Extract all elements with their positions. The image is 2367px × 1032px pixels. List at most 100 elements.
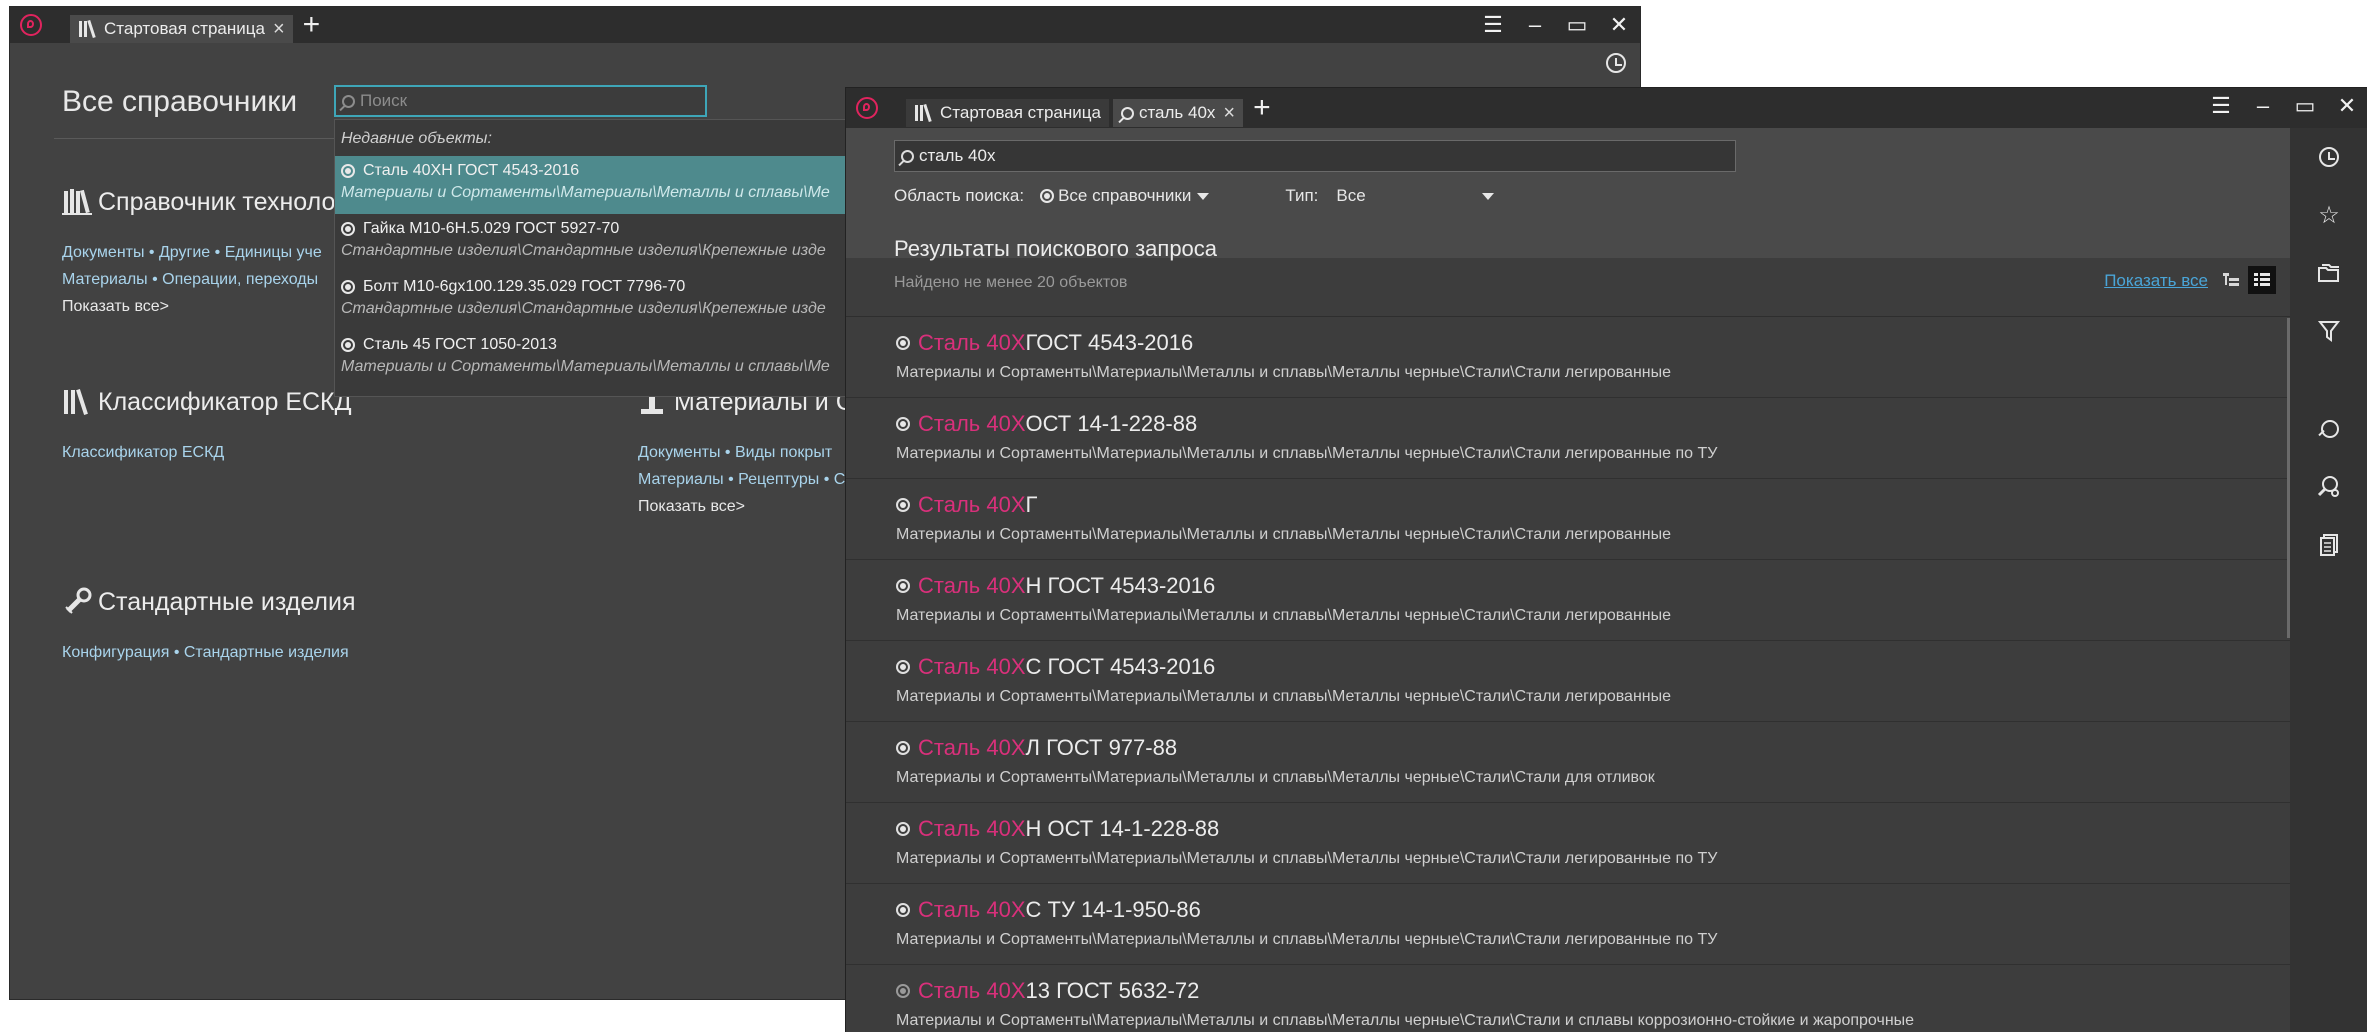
object-icon xyxy=(896,660,910,674)
result-row[interactable]: Сталь 40Х С ТУ 14-1-950-86 Материалы и Со… xyxy=(846,884,2290,965)
result-name: Н ОСТ 14-1-228-88 xyxy=(1025,816,1220,841)
result-row[interactable]: Сталь 40Х Н ОСТ 14-1-228-88 Материалы и С… xyxy=(846,803,2290,884)
section-links[interactable]: Конфигурация • Стандартные изделия xyxy=(62,639,355,666)
object-icon xyxy=(341,222,355,236)
section-links[interactable]: Документы • Виды покрыт xyxy=(638,439,854,466)
favorites-button[interactable]: ☆ xyxy=(2290,186,2367,244)
menu-icon[interactable]: ☰ xyxy=(2200,93,2242,119)
search-icon xyxy=(342,94,355,108)
search-input[interactable]: Поиск xyxy=(334,85,707,117)
documents-button[interactable] xyxy=(2290,516,2367,574)
advanced-search-button[interactable] xyxy=(2290,458,2367,516)
books-icon xyxy=(78,20,98,38)
tree-view-button[interactable] xyxy=(2217,266,2245,294)
result-match: Сталь 40Х xyxy=(918,654,1026,679)
section-title[interactable]: Стандартные изделия xyxy=(98,588,355,617)
show-all-link[interactable]: Показать все> xyxy=(638,493,854,520)
tree-view-icon xyxy=(2223,273,2239,287)
result-match: Сталь 40Х xyxy=(918,978,1026,1003)
search-icon xyxy=(1120,106,1134,120)
result-match: Сталь 40Х xyxy=(918,735,1026,760)
type-select[interactable]: Все xyxy=(1336,186,1476,206)
tab-search[interactable]: сталь 40х × xyxy=(1112,99,1244,127)
results-header: Результаты поискового запроса Найдено не… xyxy=(894,236,1217,292)
app-logo-icon[interactable] xyxy=(856,97,878,119)
object-icon xyxy=(341,280,355,294)
new-tab-button[interactable]: + xyxy=(303,10,321,40)
section-title[interactable]: Классификатор ЕСКД xyxy=(98,388,352,417)
result-name: Н ГОСТ 4543-2016 xyxy=(1025,573,1216,598)
tab-label: Стартовая страница xyxy=(104,19,265,38)
result-row[interactable]: Сталь 40Х 13 ГОСТ 5632-72 Материалы и Сор… xyxy=(846,965,2290,1032)
search-icon xyxy=(901,149,914,163)
right-toolbar: ☆ xyxy=(2290,128,2367,1032)
history-icon[interactable] xyxy=(1606,53,1626,73)
minimize-button[interactable]: – xyxy=(2242,93,2284,119)
item-name: Сталь 40ХН ГОСТ 4543-2016 xyxy=(363,162,580,179)
bolt-icon xyxy=(62,587,94,617)
close-window-button[interactable]: ✕ xyxy=(1598,12,1640,38)
section-title[interactable]: Справочник техноло xyxy=(98,188,335,217)
folders-button[interactable] xyxy=(2290,244,2367,302)
section-links[interactable]: Материалы • Рецептуры • С xyxy=(638,466,854,493)
object-icon xyxy=(341,164,355,178)
object-icon xyxy=(896,498,910,512)
minimize-button[interactable]: – xyxy=(1514,12,1556,38)
dropdown-item[interactable]: Сталь 40ХН ГОСТ 4543-2016 Материалы и Со… xyxy=(335,156,855,214)
result-row[interactable]: Сталь 40Х Н ГОСТ 4543-2016 Материалы и Со… xyxy=(846,560,2290,641)
result-row[interactable]: Сталь 40Х С ГОСТ 4543-2016 Материалы и Со… xyxy=(846,641,2290,722)
result-match: Сталь 40Х xyxy=(918,330,1026,355)
search-input[interactable]: сталь 40х xyxy=(894,140,1736,172)
app-logo-icon[interactable] xyxy=(20,14,42,36)
tab-start-page[interactable]: Стартовая страница × xyxy=(70,15,293,43)
scope-select[interactable]: Все справочники xyxy=(1040,186,1210,206)
maximize-button[interactable]: ▭ xyxy=(2284,93,2326,119)
item-path: Материалы и Сортаменты\Материалы\Металлы… xyxy=(341,184,830,201)
dropdown-item[interactable]: Гайка М10-6Н.5.029 ГОСТ 5927-70 Стандарт… xyxy=(335,214,855,272)
object-icon xyxy=(896,336,910,350)
close-tab-icon[interactable]: × xyxy=(1223,102,1235,125)
tab-label: сталь 40х xyxy=(1138,103,1216,122)
result-match: Сталь 40Х xyxy=(918,411,1026,436)
maximize-button[interactable]: ▭ xyxy=(1556,12,1598,38)
catalog-icon xyxy=(1040,189,1055,203)
result-row[interactable]: Сталь 40Х ГОСТ 4543-2016 Материалы и Сор… xyxy=(846,317,2290,398)
item-path: Стандартные изделия\Стандартные изделия\… xyxy=(341,242,826,259)
chevron-down-icon[interactable] xyxy=(1482,192,1495,200)
bookshelf-icon xyxy=(62,187,94,217)
close-tab-icon[interactable]: × xyxy=(273,18,285,41)
result-row[interactable]: Сталь 40Х ОСТ 14-1-228-88 Материалы и Со… xyxy=(846,398,2290,479)
chevron-down-icon xyxy=(1197,192,1210,200)
dropdown-item[interactable]: Болт М10-6gx100.129.35.029 ГОСТ 7796-70 … xyxy=(335,272,855,330)
close-window-button[interactable]: ✕ xyxy=(2326,93,2367,119)
result-path: Материалы и Сортаменты\Материалы\Металлы… xyxy=(896,364,1672,381)
star-icon: ☆ xyxy=(2318,201,2340,229)
object-icon xyxy=(341,338,355,352)
search-results-window: Стартовая страница сталь 40х × + ☰ – ▭ ✕… xyxy=(845,87,2367,1032)
search-button[interactable] xyxy=(2290,400,2367,458)
result-row[interactable]: Сталь 40Х Г Материалы и Сортаменты\Матери… xyxy=(846,479,2290,560)
type-label: Тип: xyxy=(1285,186,1319,205)
result-row[interactable]: Сталь 40Х Л ГОСТ 977-88 Материалы и Сорта… xyxy=(846,722,2290,803)
type-value: Все xyxy=(1336,186,1366,205)
result-path: Материалы и Сортаменты\Материалы\Металлы… xyxy=(896,850,1718,867)
section-links[interactable]: Документы • Другие • Единицы уче xyxy=(62,239,335,266)
history-button[interactable] xyxy=(2290,128,2367,186)
menu-icon[interactable]: ☰ xyxy=(1472,12,1514,38)
show-all-link[interactable]: Показать все> xyxy=(62,293,335,320)
item-name: Сталь 45 ГОСТ 1050-2013 xyxy=(363,336,557,353)
item-path: Стандартные изделия\Стандартные изделия\… xyxy=(341,300,826,317)
dropdown-header: Недавние объекты: xyxy=(341,130,492,147)
result-name: Л ГОСТ 977-88 xyxy=(1025,735,1178,760)
dropdown-item[interactable]: Сталь 45 ГОСТ 1050-2013 Материалы и Сорт… xyxy=(335,330,855,388)
filter-button[interactable] xyxy=(2290,302,2367,360)
section-eskd: Классификатор ЕСКД Классификатор ЕСКД xyxy=(62,387,352,466)
section-links[interactable]: Классификатор ЕСКД xyxy=(62,439,352,466)
tab-start-page[interactable]: Стартовая страница xyxy=(906,99,1109,127)
object-icon xyxy=(896,903,910,917)
show-all-link[interactable]: Показать все xyxy=(2104,271,2208,291)
list-view-button[interactable] xyxy=(2248,266,2276,294)
tab-label: Стартовая страница xyxy=(940,103,1101,122)
new-tab-button[interactable]: + xyxy=(1253,93,1271,123)
section-links[interactable]: Материалы • Операции, переходы xyxy=(62,266,335,293)
